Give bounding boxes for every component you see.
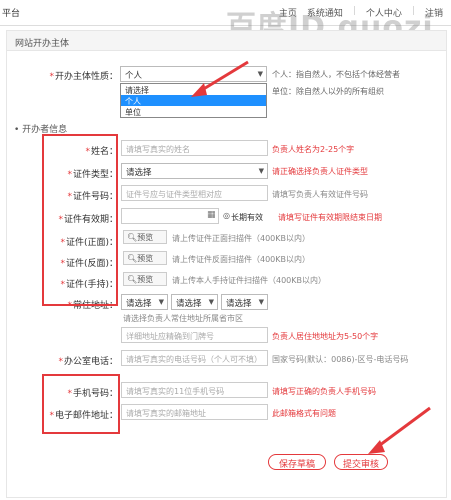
province-select[interactable]: 请选择 ▼	[121, 294, 168, 310]
subject-type-hint-1: 个人：指自然人，不包括个体经营者	[272, 70, 400, 79]
address-detail-input[interactable]: 详细地址应精确到门牌号	[121, 327, 268, 343]
chevron-down-icon: ▼	[258, 167, 264, 175]
mobile-input[interactable]: 请填写真实的11位手机号码	[121, 382, 268, 398]
subject-type-hint-2: 单位：除自然人以外的所有组织	[272, 87, 384, 96]
office-phone-hint: 国家号码(默认：0086)-区号-电话号码	[272, 355, 409, 364]
annotation-box-contact-fields	[42, 374, 120, 434]
chevron-down-icon: ▼	[257, 70, 263, 78]
long-term-checkbox[interactable]: ◎	[223, 211, 230, 220]
name-error: 负责人姓名为2-25个字	[272, 145, 355, 154]
email-error: 此邮箱格式有问题	[272, 409, 336, 418]
id-validity-input[interactable]	[121, 208, 219, 224]
office-phone-input[interactable]: 请填写真实的电话号码（个人可不填）	[121, 350, 268, 366]
search-icon: 🔍︎	[127, 254, 138, 263]
search-icon: 🔍︎	[127, 275, 138, 284]
name-input[interactable]: 请填写真实的姓名	[121, 140, 268, 156]
address-error: 负责人居住地地址为5-50个字	[272, 332, 379, 341]
id-type-error: 请正确选择负责人证件类型	[272, 167, 368, 176]
save-draft-button[interactable]: 保存草稿	[268, 454, 326, 470]
platform-label: 平台	[2, 9, 21, 19]
id-front-hint: 请上传证件正面扫描件（400KB以内）	[172, 234, 311, 243]
chevron-down-icon: ▼	[158, 298, 164, 306]
dropdown-option[interactable]: 请选择	[121, 84, 266, 95]
id-front-preview-button[interactable]: 🔍︎预览	[123, 230, 167, 244]
subject-type-label: *开办主体性质：	[49, 72, 118, 82]
office-phone-label: *办公室电话：	[58, 357, 118, 367]
id-validity-error: 请填写证件有效期限结束日期	[278, 213, 382, 222]
search-icon: 🔍︎	[127, 233, 138, 242]
address-region-hint: 请选择负责人常住地址所属省市区	[123, 314, 243, 323]
long-term-label: 长期有效	[231, 213, 263, 222]
id-hand-preview-button[interactable]: 🔍︎预览	[123, 272, 167, 286]
annotation-box-basic-fields	[42, 134, 118, 306]
id-number-input[interactable]: 证件号应与证件类型相对应	[121, 185, 268, 201]
dropdown-option-selected[interactable]: 个人	[121, 95, 266, 106]
chevron-down-icon: ▼	[208, 298, 214, 306]
mobile-error: 请填写正确的负责人手机号码	[272, 387, 376, 396]
chevron-down-icon: ▼	[258, 298, 264, 306]
dropdown-option[interactable]: 单位	[121, 106, 266, 117]
id-number-hint: 请填写负责人有效证件号码	[272, 190, 368, 199]
section-title: 网站开办主体	[7, 31, 446, 51]
subject-type-select[interactable]: 个人 ▼	[120, 66, 267, 82]
id-type-select[interactable]: 请选择 ▼	[121, 163, 268, 179]
district-select[interactable]: 请选择 ▼	[221, 294, 268, 310]
id-back-hint: 请上传证件反面扫描件（400KB以内）	[172, 255, 311, 264]
subject-type-dropdown[interactable]: 请选择 个人 单位	[120, 83, 267, 118]
submit-review-button[interactable]: 提交审核	[334, 454, 388, 470]
calendar-icon[interactable]: ▦	[207, 210, 216, 220]
id-hand-hint: 请上传本人手持证件扫描件（400KB以内）	[172, 276, 327, 285]
id-back-preview-button[interactable]: 🔍︎预览	[123, 251, 167, 265]
city-select[interactable]: 请选择 ▼	[171, 294, 218, 310]
email-input[interactable]: 请填写真实的邮箱地址	[121, 404, 268, 420]
top-bar: 平台 主页 系统通知 | 个人中心 | 注销 百度ID guozi	[0, 0, 451, 45]
